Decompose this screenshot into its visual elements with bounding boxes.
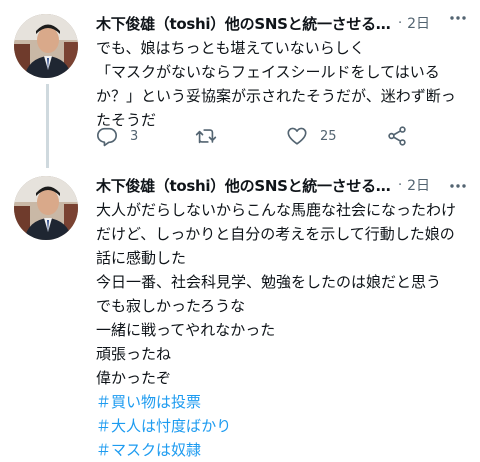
avatar[interactable]: [14, 176, 78, 240]
reply-icon: [97, 127, 117, 147]
avatar-image: [14, 14, 78, 78]
reply-button[interactable]: 3: [96, 124, 138, 148]
more-icon[interactable]: [448, 176, 468, 196]
tweet-actions: 3 25: [96, 124, 416, 148]
reply-count: 3: [130, 128, 139, 144]
more-icon[interactable]: [448, 8, 468, 28]
tweet-header: 木下俊雄（toshi）他のSNSと統一させるた... · 2日: [96, 10, 468, 36]
hashtag-link[interactable]: ＃買い物は投票: [96, 390, 468, 414]
retweet-button[interactable]: [194, 124, 218, 148]
like-button[interactable]: 25: [286, 124, 337, 148]
tweet-text-main: 大人がだらしないからこんな馬鹿な社会になったわけだけど、しっかりと自分の考えを示…: [96, 201, 457, 387]
tweet-content: 木下俊雄（toshi）他のSNSと統一させるた... · 2日 大人がだらしない…: [96, 172, 468, 462]
like-count: 25: [320, 128, 337, 144]
like-icon: [287, 127, 307, 145]
author-name[interactable]: 木下俊雄（toshi）他のSNSと統一させるた...: [96, 13, 392, 34]
separator-dot: ·: [398, 15, 403, 31]
avatar-image: [14, 176, 78, 240]
tweet-text: 大人がだらしないからこんな馬鹿な社会になったわけだけど、しっかりと自分の考えを示…: [96, 198, 468, 462]
tweet[interactable]: 木下俊雄（toshi）他のSNSと統一させるた... · 2日 でも、娘はちっと…: [0, 0, 480, 168]
separator-dot: ·: [398, 177, 403, 193]
retweet-icon: [195, 129, 217, 144]
share-button[interactable]: [386, 124, 408, 148]
hashtag-link[interactable]: ＃大人は忖度ばかり: [96, 414, 468, 438]
timestamp[interactable]: 2日: [407, 13, 430, 33]
tweet-header: 木下俊雄（toshi）他のSNSと統一させるた... · 2日: [96, 172, 468, 198]
timestamp[interactable]: 2日: [407, 175, 430, 195]
hashtag-link[interactable]: ＃マスクは奴隷: [96, 438, 468, 462]
author-name[interactable]: 木下俊雄（toshi）他のSNSと統一させるた...: [96, 175, 392, 196]
tweet-content: 木下俊雄（toshi）他のSNSと統一させるた... · 2日 でも、娘はちっと…: [96, 10, 468, 132]
share-icon: [388, 126, 406, 146]
thread-line: [46, 84, 49, 168]
avatar[interactable]: [14, 14, 78, 78]
tweet-text: でも、娘はちっとも堪えていないらしく 「マスクがないならフェイスシールドをしては…: [96, 39, 456, 129]
tweet[interactable]: 木下俊雄（toshi）他のSNSと統一させるた... · 2日 大人がだらしない…: [0, 168, 480, 459]
